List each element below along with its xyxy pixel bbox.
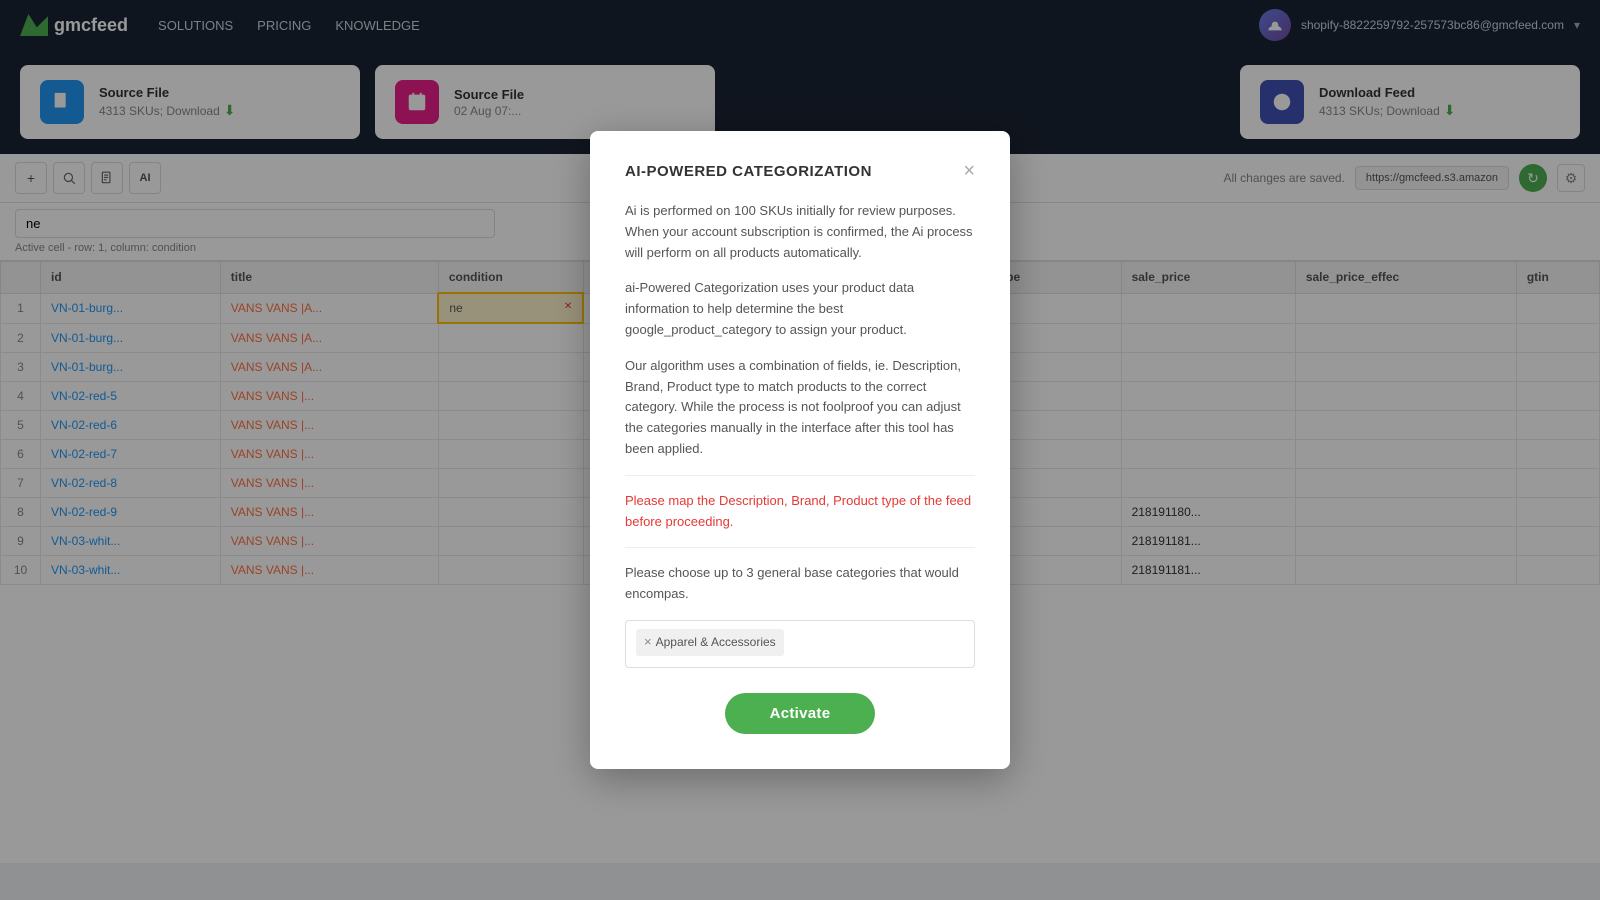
modal-divider-2	[625, 547, 975, 548]
modal-close-button[interactable]: ×	[963, 161, 975, 181]
modal-para3: Our algorithm uses a combination of fiel…	[625, 356, 975, 460]
modal-title: AI-POWERED CATEGORIZATION	[625, 163, 872, 180]
modal-para1: Ai is performed on 100 SKUs initially fo…	[625, 201, 975, 263]
tag-remove-icon[interactable]: ×	[644, 632, 652, 653]
modal-overlay[interactable]: AI-POWERED CATEGORIZATION × Ai is perfor…	[0, 0, 1600, 900]
modal-category-label: Please choose up to 3 general base categ…	[625, 563, 975, 605]
modal-error-text: Please map the Description, Brand, Produ…	[625, 491, 975, 533]
modal-body: Ai is performed on 100 SKUs initially fo…	[625, 201, 975, 668]
modal: AI-POWERED CATEGORIZATION × Ai is perfor…	[590, 131, 1010, 769]
activate-button[interactable]: Activate	[725, 693, 876, 734]
modal-header: AI-POWERED CATEGORIZATION ×	[625, 161, 975, 181]
category-tag-input[interactable]: × Apparel & Accessories	[625, 620, 975, 668]
modal-para2: ai-Powered Categorization uses your prod…	[625, 278, 975, 340]
tag-label: Apparel & Accessories	[656, 633, 776, 652]
modal-divider	[625, 475, 975, 476]
tag-apparel: × Apparel & Accessories	[636, 629, 784, 656]
